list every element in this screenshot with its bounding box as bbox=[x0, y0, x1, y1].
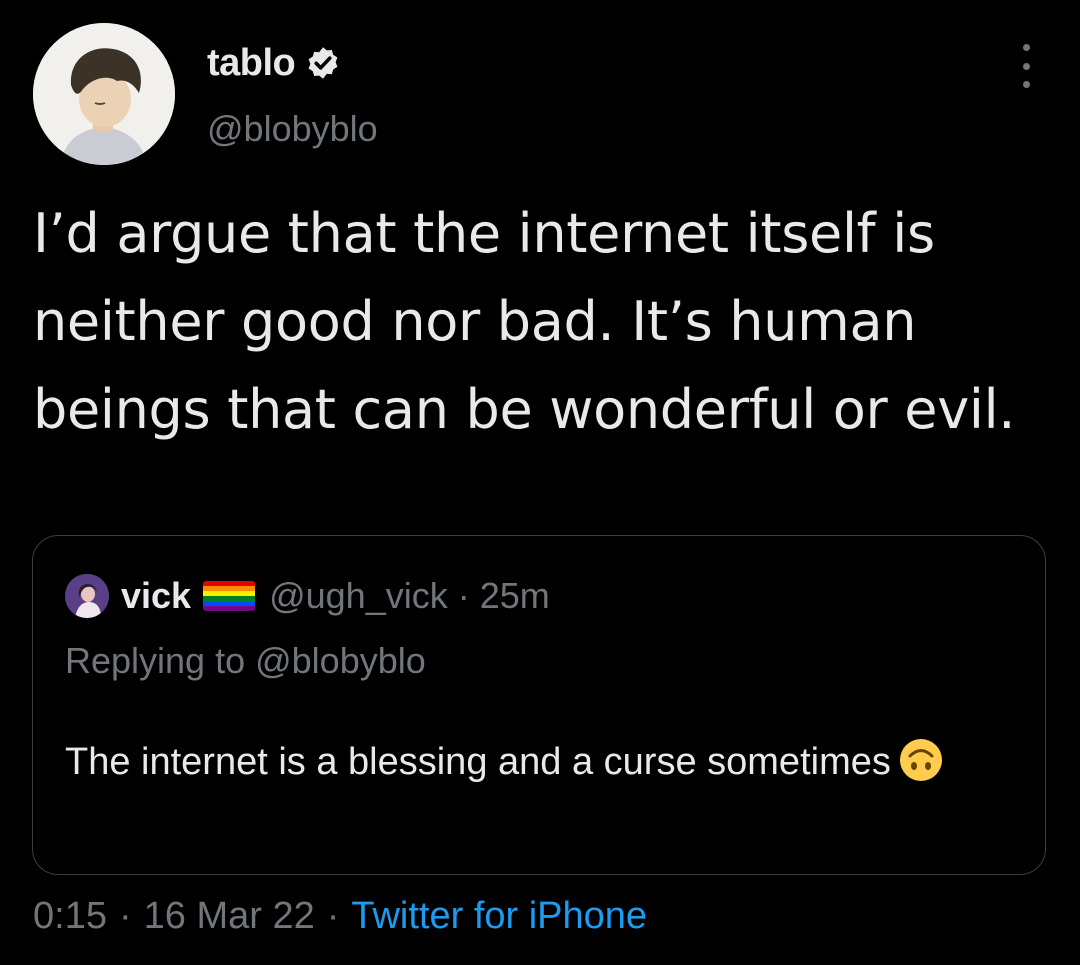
quoted-separator: · bbox=[457, 575, 470, 616]
rainbow-flag-icon bbox=[203, 581, 256, 611]
tweet-time[interactable]: 0:15 bbox=[33, 895, 107, 938]
tweet-date[interactable]: 16 Mar 22 bbox=[144, 895, 315, 938]
quoted-timestamp[interactable]: 25m bbox=[480, 575, 550, 617]
quoted-tweet-text: The internet is a blessing and a curse s… bbox=[65, 732, 965, 792]
footer-separator-2: · bbox=[326, 895, 340, 937]
quoted-tweet-header: vick @ugh_vick · 25m bbox=[65, 574, 550, 618]
quoted-author-avatar[interactable] bbox=[65, 574, 109, 618]
tweet-source-link[interactable]: Twitter for iPhone bbox=[351, 895, 647, 938]
author-name-row: tablo bbox=[207, 40, 341, 86]
verified-badge-icon bbox=[305, 45, 341, 81]
quoted-replying-to: Replying to @blobyblo bbox=[65, 640, 426, 681]
author-avatar[interactable] bbox=[33, 23, 175, 165]
more-options-icon[interactable] bbox=[1008, 44, 1044, 88]
quoted-author-name[interactable]: vick bbox=[121, 575, 191, 617]
tweet-metadata: 0:15 · 16 Mar 22 · Twitter for iPhone bbox=[33, 895, 647, 938]
upside-down-face-emoji-icon bbox=[897, 736, 945, 784]
footer-separator: · bbox=[118, 895, 132, 937]
tweet-text: I’d argue that the internet itself is ne… bbox=[33, 202, 1016, 441]
quoted-tweet-text-content: The internet is a blessing and a curse s… bbox=[65, 741, 891, 783]
quoted-author-handle[interactable]: @ugh_vick bbox=[269, 575, 448, 617]
quoted-tweet-card[interactable]: vick @ugh_vick · 25m Replying to @blobyb… bbox=[32, 535, 1046, 875]
tweet: tablo @blobyblo I’d argue that the inter… bbox=[0, 0, 1080, 965]
author-display-name[interactable]: tablo bbox=[207, 42, 296, 85]
author-handle[interactable]: @blobyblo bbox=[207, 108, 378, 150]
